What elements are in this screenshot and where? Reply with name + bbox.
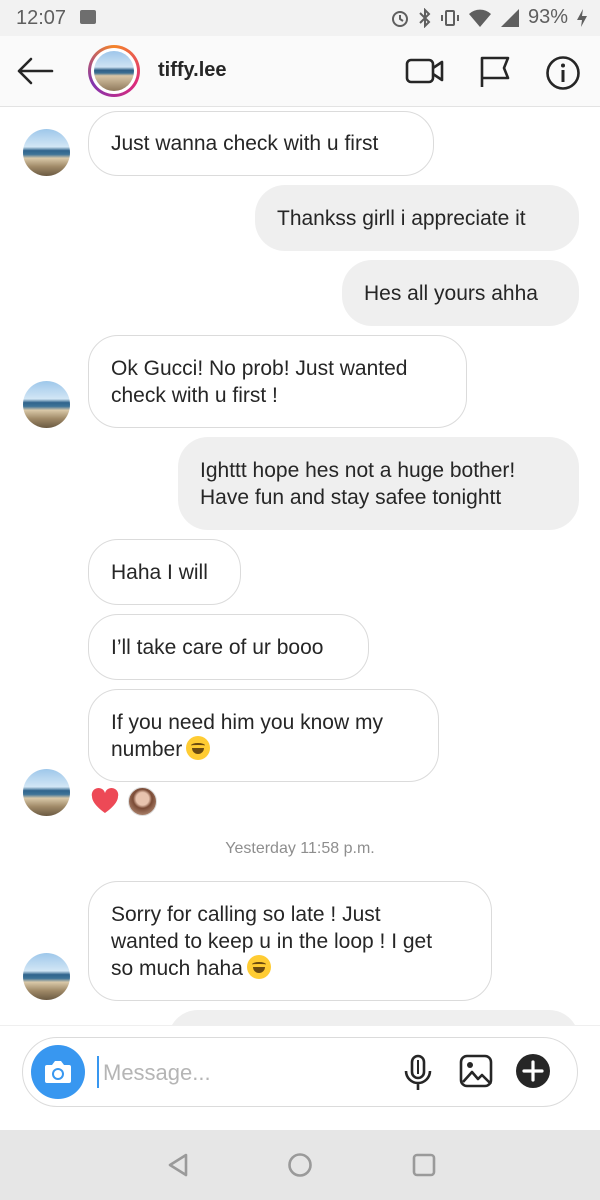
heart-icon[interactable]: [91, 788, 119, 814]
flag-icon[interactable]: [478, 55, 512, 89]
alarm-icon: [391, 10, 408, 27]
message-text: Hes all yours ahha: [364, 281, 538, 305]
sender-avatar[interactable]: [23, 769, 70, 816]
laughing-tears-emoji: [186, 735, 211, 760]
recents-square-icon[interactable]: [411, 1152, 437, 1178]
message-timestamp: Yesterday 11:58 p.m.: [225, 840, 375, 857]
back-arrow-icon[interactable]: [16, 56, 54, 86]
message-bubble-received[interactable]: Just wanna check with u first: [88, 111, 434, 176]
message-bubble-sent[interactable]: Ighttt hope hes not a huge bother! Have …: [178, 437, 579, 530]
bluetooth-icon: [419, 7, 431, 28]
message-bubble-received[interactable]: Ok Gucci! No prob! Just wanted check wit…: [88, 335, 467, 428]
message-text: Just wanna check with u first: [111, 132, 379, 155]
status-time: 12:07: [16, 7, 67, 29]
message-bubble-sent[interactable]: Thankss girll i appreciate it: [255, 185, 579, 251]
message-bubble-received[interactable]: If you need him you know my number: [88, 689, 439, 782]
microphone-icon[interactable]: [403, 1054, 433, 1092]
info-icon[interactable]: [545, 55, 581, 91]
text-cursor: [97, 1056, 99, 1088]
sender-avatar[interactable]: [23, 953, 70, 1000]
camera-button[interactable]: [31, 1045, 85, 1099]
message-bubble-sent[interactable]: Hes all yours ahha: [342, 260, 579, 326]
message-text: Thankss girll i appreciate it: [277, 206, 526, 230]
reaction-avatar[interactable]: [128, 787, 157, 816]
message-thread[interactable]: Just wanna check with u first Thankss gi…: [0, 107, 600, 1025]
gallery-icon[interactable]: [459, 1054, 493, 1088]
system-nav-bar: [0, 1130, 600, 1200]
message-bubble-sent-partial[interactable]: [168, 1010, 579, 1025]
plus-icon[interactable]: [515, 1053, 551, 1089]
wifi-icon: [468, 9, 491, 27]
laughing-tears-emoji: [246, 954, 271, 979]
signal-icon: [500, 8, 519, 27]
home-circle-icon[interactable]: [287, 1152, 313, 1178]
message-text: Haha I will: [111, 560, 208, 584]
composer-bar: [0, 1025, 600, 1131]
message-composer[interactable]: [22, 1037, 578, 1107]
battery-level: 93%: [527, 6, 568, 28]
message-bubble-received[interactable]: I’ll take care of ur booo: [88, 614, 369, 680]
status-bar: 12:07 93%: [0, 0, 600, 36]
message-text: Sorry for calling so late ! Just wanted …: [111, 902, 433, 980]
sender-avatar[interactable]: [23, 381, 70, 428]
message-bubble-received[interactable]: Haha I will: [88, 539, 241, 605]
message-text: Ighttt hope hes not a huge bother! Have …: [200, 458, 516, 509]
message-bubble-received[interactable]: Sorry for calling so late ! Just wanted …: [88, 881, 492, 1001]
vibrate-icon: [440, 9, 459, 26]
message-text: Ok Gucci! No prob! Just wanted check wit…: [111, 356, 408, 407]
video-call-icon[interactable]: [405, 55, 445, 87]
message-input[interactable]: [101, 1052, 395, 1094]
profile-avatar[interactable]: [88, 45, 140, 97]
image-icon: [80, 10, 96, 24]
back-triangle-icon[interactable]: [166, 1152, 190, 1178]
camera-icon: [45, 1061, 71, 1083]
message-text: I’ll take care of ur booo: [111, 635, 324, 659]
chat-username[interactable]: tiffy.lee: [158, 59, 227, 82]
chat-header: tiffy.lee: [0, 36, 600, 107]
battery-charging-icon: [577, 8, 587, 27]
message-text: If you need him you know my number: [111, 710, 383, 761]
sender-avatar[interactable]: [23, 129, 70, 176]
